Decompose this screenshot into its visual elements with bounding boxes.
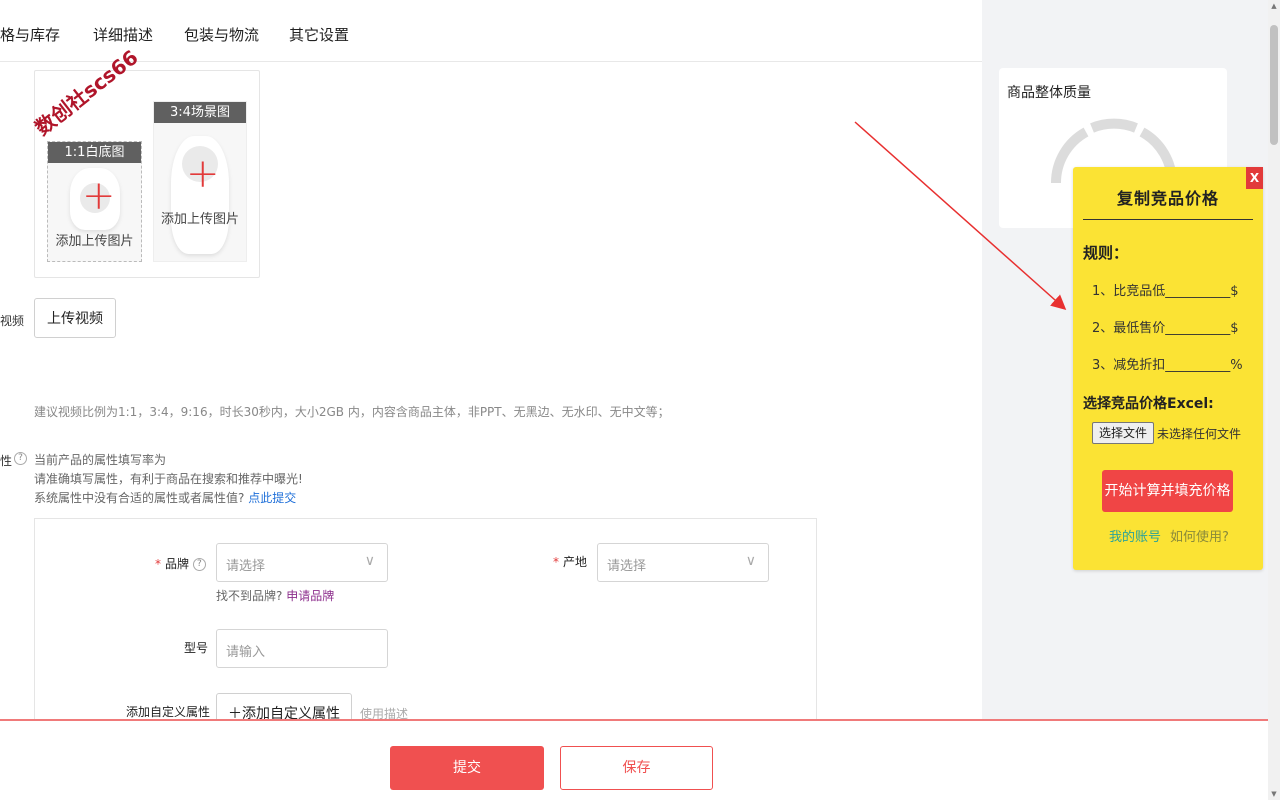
- attr-advice: 请准确填写属性，有利于商品在搜索和推荐中曝光!: [34, 472, 303, 486]
- attributes-form-box: * 品牌 ? 请选择 ∨ 找不到品牌? 申请品牌 * 产地 请选择 ∨ 型号 请输入…: [34, 518, 817, 738]
- tab-detail-description[interactable]: 详细描述: [93, 24, 153, 45]
- help-icon[interactable]: ?: [192, 558, 206, 571]
- model-label: 型号: [184, 641, 209, 655]
- slot-tag: 1:1白底图: [48, 142, 141, 163]
- bottom-action-bar: 提交 保存: [0, 719, 1268, 800]
- tab-other-settings[interactable]: 其它设置: [289, 24, 349, 45]
- attr-missing-line: 系统属性中没有合适的属性或者属性值? 点此提交: [34, 489, 303, 508]
- submit-button[interactable]: 提交: [390, 746, 544, 790]
- excel-title: 选择竞品价格Excel:: [1083, 396, 1214, 412]
- brand-label: * 品牌 ?: [155, 555, 206, 572]
- rule-lower-than-competitor[interactable]: 1、比竞品低__________$: [1092, 280, 1239, 299]
- tab-bar: 格与库存 详细描述 包装与物流 其它设置: [0, 6, 982, 62]
- scroll-down-icon[interactable]: ▼: [1270, 790, 1278, 798]
- scroll-up-icon[interactable]: ▲: [1270, 2, 1278, 10]
- origin-label-text: 产地: [563, 555, 588, 569]
- video-hint: 建议视频比例为1:1，3:4，9:16，时长30秒内，大小2GB 内，内容含商品…: [34, 405, 670, 419]
- file-status: 未选择任何文件: [1157, 427, 1242, 441]
- panel-divider: [1083, 219, 1253, 220]
- brand-placeholder: 请选择: [226, 559, 266, 574]
- copy-competitor-price-panel: X 复制竞品价格 规则： 1、比竞品低__________$ 2、最低售价___…: [1073, 167, 1263, 570]
- image-slot-white-bg[interactable]: 1:1白底图 + 添加上传图片: [47, 141, 142, 262]
- tab-packaging-logistics[interactable]: 包装与物流: [184, 24, 259, 45]
- tab-sku-stock[interactable]: 格与库存: [0, 24, 60, 45]
- attr-fill-rate: 当前产品的属性填写率为: [34, 453, 167, 467]
- rule-min-price[interactable]: 2、最低售价__________$: [1092, 317, 1239, 336]
- attributes-label: 性: [0, 454, 13, 468]
- rules-title: 规则：: [1083, 244, 1129, 262]
- chevron-down-icon: ∨: [745, 553, 756, 569]
- brand-note-text: 找不到品牌?: [216, 589, 283, 603]
- main-form-area: 格与库存 详细描述 包装与物流 其它设置 1:1白底图 + 添加上传图片 3:4…: [0, 0, 982, 800]
- scrollbar[interactable]: ▲ ▼: [1268, 0, 1280, 800]
- video-label: 视频: [0, 314, 25, 328]
- model-placeholder: 请输入: [226, 645, 266, 660]
- slot-caption: 添加上传图片: [160, 212, 239, 227]
- calculate-fill-price-button[interactable]: 开始计算并填充价格: [1102, 470, 1233, 512]
- model-input[interactable]: 请输入: [216, 629, 388, 668]
- brand-note: 找不到品牌? 申请品牌: [216, 587, 334, 604]
- panel-title: 复制竞品价格: [1116, 189, 1219, 208]
- slot-tag: 3:4场景图: [154, 102, 246, 123]
- brand-label-text: 品牌: [165, 557, 190, 571]
- choose-file-button[interactable]: 选择文件: [1092, 422, 1155, 444]
- brand-select[interactable]: 请选择 ∨: [216, 543, 388, 582]
- plus-icon: +: [82, 173, 116, 219]
- plus-icon: +: [186, 151, 220, 197]
- slot-caption: 添加上传图片: [55, 234, 134, 249]
- submit-attribute-link[interactable]: 点此提交: [248, 491, 296, 505]
- origin-select[interactable]: 请选择 ∨: [597, 543, 769, 582]
- attr-missing-text: 系统属性中没有合适的属性或者属性值?: [34, 491, 245, 505]
- my-account-link[interactable]: 我的账号: [1109, 526, 1161, 545]
- chevron-down-icon: ∨: [364, 553, 375, 569]
- how-to-use-link[interactable]: 如何使用?: [1170, 526, 1229, 545]
- upload-video-button[interactable]: 上传视频: [34, 298, 116, 338]
- scroll-thumb[interactable]: [1270, 25, 1278, 145]
- apply-brand-link[interactable]: 申请品牌: [286, 589, 334, 603]
- custom-attr-label: 添加自定义属性: [126, 705, 211, 719]
- save-button[interactable]: 保存: [560, 746, 713, 790]
- origin-placeholder: 请选择: [607, 559, 647, 574]
- attributes-intro: 当前产品的属性填写率为 请准确填写属性，有利于商品在搜索和推荐中曝光! 系统属性…: [34, 451, 303, 508]
- image-slot-scene[interactable]: 3:4场景图 + 添加上传图片: [153, 101, 247, 262]
- rule-discount[interactable]: 3、减免折扣__________%: [1092, 354, 1243, 373]
- help-icon[interactable]: ?: [14, 452, 27, 465]
- origin-label: * 产地: [553, 555, 588, 569]
